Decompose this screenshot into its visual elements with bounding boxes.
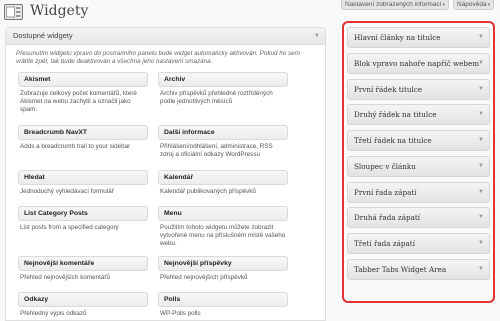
widget-hledat: Hledat Jednoduchý vyhledávací formulář <box>18 170 148 196</box>
widget-handle[interactable]: Hledat <box>18 170 148 185</box>
collapse-arrow-icon[interactable]: ▼ <box>478 234 484 253</box>
widget-description: Archiv příspěvků přehledně roztříděných … <box>160 90 273 106</box>
widget-handle[interactable]: Breadcrumb NavXT <box>18 125 148 140</box>
widget-description: Zobrazuje celkový počet komentářů, které… <box>20 90 137 114</box>
widget-description: Adds a breadcrumb trail to your sidebar <box>20 143 131 150</box>
widget-odkazy: Odkazy Přehledný výpis odkazů <box>18 292 148 318</box>
widget-akismet: Akismet Zobrazuje celkový počet komentář… <box>18 72 148 115</box>
widget-handle[interactable]: Nejnovější komentáře <box>18 256 148 271</box>
widget-handle[interactable]: Kalendář <box>158 170 288 185</box>
help-label: Nápověda <box>457 1 487 8</box>
available-widgets-title: Dostupné widgety <box>13 31 73 40</box>
widget-description: Jednoduchý vyhledávací formulář <box>20 188 114 195</box>
available-widgets-panel: Dostupné widgety ▼ Přesunutím widgetu vp… <box>5 27 326 321</box>
sidebar-area-title: Sloupec v článku <box>354 161 416 171</box>
widget-description: WP-Polls polls <box>160 310 201 317</box>
widget-handle[interactable]: Menu <box>158 206 288 221</box>
collapse-arrow-icon[interactable]: ▼ <box>478 105 484 124</box>
widget-polls: Polls WP-Polls polls <box>158 292 288 318</box>
available-widgets-description: Přesunutím widgetu vpravo do postranního… <box>16 50 300 65</box>
sidebar-area[interactable]: Třetí řádek na titulce ▼ <box>347 130 490 151</box>
widget-kalendar: Kalendář Kalendář publikovaných příspěvk… <box>158 170 288 196</box>
collapse-arrow-icon[interactable]: ▼ <box>314 28 320 44</box>
sidebar-area-title: Blok vpravo nahoře napříč webem <box>354 58 480 68</box>
widget-handle[interactable]: Akismet <box>18 72 148 87</box>
widget-description: Přehled nejnovějších komentářů <box>20 274 110 281</box>
sidebar-area-title: První řádek titulce <box>354 84 423 94</box>
sidebar-area-title: Třetí řádek na titulce <box>354 136 432 145</box>
sidebar-area[interactable]: Druhá řada zápatí ▼ <box>347 207 490 229</box>
widget-nejnovejsi-prispevky: Nejnovější příspěvky Přehled nejnovějšíc… <box>158 256 288 282</box>
collapse-arrow-icon[interactable]: ▼ <box>478 131 484 150</box>
sidebar-area-title: Tabber Tabs Widget Area <box>354 264 447 274</box>
widget-handle[interactable]: Archiv <box>158 72 288 87</box>
sidebar-area-title: Třetí řada zápatí <box>354 239 415 248</box>
widget-handle[interactable]: Polls <box>158 292 288 307</box>
collapse-arrow-icon[interactable]: ▼ <box>478 260 484 279</box>
widget-breadcrumb-navxt: Breadcrumb NavXT Adds a breadcrumb trail… <box>18 125 148 151</box>
collapse-arrow-icon[interactable]: ▼ <box>478 157 484 176</box>
sidebar-area[interactable]: První řada zápatí ▼ <box>347 181 490 203</box>
collapse-arrow-icon[interactable]: ▼ <box>478 208 484 227</box>
sidebar-area-title: První řada zápatí <box>354 187 417 197</box>
sidebar-area[interactable]: Druhý řádek na titulce ▼ <box>347 104 490 126</box>
screen-options-button[interactable]: Nastavení zobrazených informací▾ <box>341 0 449 10</box>
collapse-arrow-icon[interactable]: ▼ <box>478 54 484 73</box>
sidebar-area[interactable]: Sloupec v článku ▼ <box>347 155 490 177</box>
widget-handle[interactable]: Odkazy <box>18 292 148 307</box>
sidebar-area[interactable]: Třetí řada zápatí ▼ <box>347 233 490 254</box>
sidebar-area-title: Hlavní články na titulce <box>354 33 441 42</box>
widget-description: Přehledný výpis odkazů <box>20 310 87 317</box>
collapse-arrow-icon[interactable]: ▼ <box>478 183 484 202</box>
widget-handle[interactable]: Nejnovější příspěvky <box>158 256 288 271</box>
sidebar-area[interactable]: První řádek titulce ▼ <box>347 78 490 100</box>
sidebar-area[interactable]: Tabber Tabs Widget Area ▼ <box>347 258 490 280</box>
widget-description: List posts from a specified category <box>20 224 119 231</box>
sidebar-area-title: Druhá řada zápatí <box>354 213 421 223</box>
sidebar-area[interactable]: Hlavní články na titulce ▼ <box>347 27 490 48</box>
widget-nejnovejsi-komentare: Nejnovější komentáře Přehled nejnovějšíc… <box>18 256 148 282</box>
widget-menu: Menu Použitím tohoto widgetu můžete zobr… <box>158 206 288 249</box>
chevron-down-icon: ▾ <box>442 2 445 8</box>
widget-dalsi-informace: Další informace Přihlášení/odhlášení, ad… <box>158 125 288 159</box>
collapse-arrow-icon[interactable]: ▼ <box>478 28 484 47</box>
widget-description: Použitím tohoto widgetu můžete zobrazit … <box>160 224 286 248</box>
widget-description: Přihlášení/odhlášení, administrace, RSS … <box>160 143 273 159</box>
screen-options-label: Nastavení zobrazených informací <box>345 1 442 8</box>
chevron-down-icon: ▾ <box>487 2 491 8</box>
collapse-arrow-icon[interactable]: ▼ <box>478 80 484 99</box>
sidebar-areas: Hlavní články na titulce ▼ Blok vpravo na… <box>342 21 495 303</box>
widget-handle[interactable]: Další informace <box>158 125 288 140</box>
page-title: Widgety <box>30 3 89 19</box>
widget-list-category-posts: List Category Posts List posts from a sp… <box>18 206 148 232</box>
widget-archiv: Archiv Archiv příspěvků přehledně roztří… <box>158 72 288 106</box>
sidebar-area-title: Druhý řádek na titulce <box>354 110 437 120</box>
widget-description: Přehled nejnovějších příspěvků <box>160 274 248 281</box>
widgets-page-icon <box>4 4 23 20</box>
widget-description: Kalendář publikovaných příspěvků <box>160 188 256 195</box>
available-widgets-header[interactable]: Dostupné widgety ▼ <box>6 28 325 45</box>
help-button[interactable]: Nápověda▾ <box>453 0 495 10</box>
sidebar-area[interactable]: Blok vpravo nahoře napříč webem ▼ <box>347 52 490 74</box>
widget-handle[interactable]: List Category Posts <box>18 206 148 221</box>
